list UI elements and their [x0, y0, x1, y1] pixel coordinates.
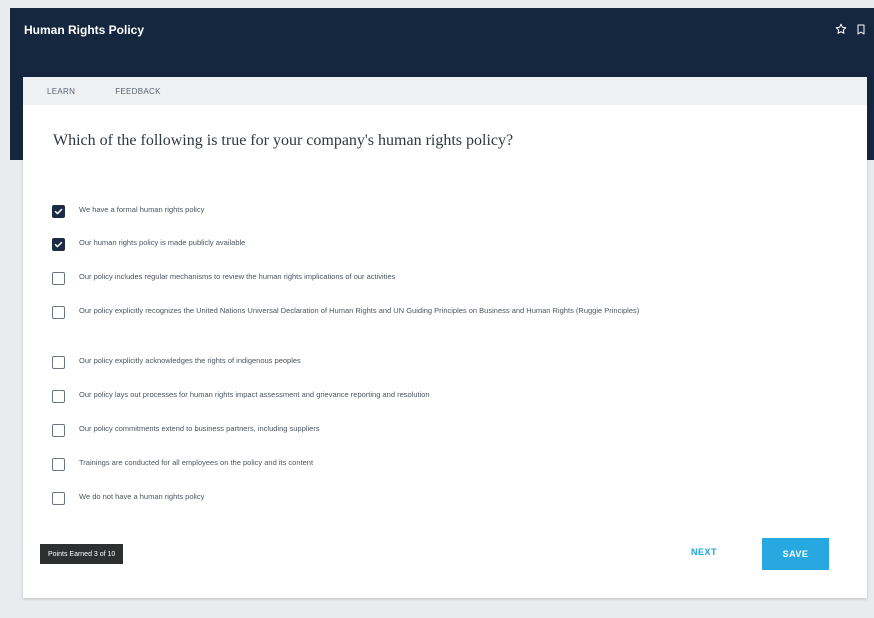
checkbox[interactable] — [52, 356, 65, 369]
page-title: Human Rights Policy — [24, 23, 145, 37]
option-formal-policy[interactable]: We have a formal human rights policy — [52, 205, 812, 218]
tab-learn[interactable]: LEARN — [47, 87, 75, 96]
option-un-principles[interactable]: Our policy explicitly recognizes the Uni… — [52, 306, 812, 319]
option-indigenous-rights[interactable]: Our policy explicitly acknowledges the r… — [52, 356, 812, 369]
option-impact-assessment[interactable]: Our policy lays out processes for human … — [52, 390, 812, 403]
checkbox[interactable] — [52, 238, 65, 251]
option-label: Our policy commitments extend to busines… — [79, 424, 320, 433]
checkbox[interactable] — [52, 390, 65, 403]
option-label: Our policy lays out processes for human … — [79, 390, 430, 399]
star-icon[interactable] — [834, 21, 848, 37]
tab-feedback[interactable]: FEEDBACK — [115, 87, 161, 96]
option-label: We have a formal human rights policy — [79, 205, 205, 214]
option-business-partners[interactable]: Our policy commitments extend to busines… — [52, 424, 812, 437]
question-card: LEARN FEEDBACK Which of the following is… — [23, 77, 867, 598]
option-label: We do not have a human rights policy — [79, 492, 205, 501]
option-label: Trainings are conducted for all employee… — [79, 458, 314, 467]
checkbox[interactable] — [52, 306, 65, 319]
checkbox[interactable] — [52, 458, 65, 471]
header-icons — [834, 21, 868, 37]
bookmark-icon[interactable] — [854, 21, 868, 37]
option-publicly-available[interactable]: Our human rights policy is made publicly… — [52, 238, 812, 251]
tab-bar: LEARN FEEDBACK — [23, 77, 867, 105]
checkbox[interactable] — [52, 272, 65, 285]
option-label: Our human rights policy is made publicly… — [79, 238, 246, 247]
save-button[interactable]: SAVE — [762, 538, 829, 570]
check-icon — [54, 241, 63, 248]
option-label: Our policy includes regular mechanisms t… — [79, 272, 396, 281]
checkbox[interactable] — [52, 492, 65, 505]
next-button[interactable]: NEXT — [691, 547, 717, 557]
check-icon — [54, 208, 63, 215]
option-review-mechanisms[interactable]: Our policy includes regular mechanisms t… — [52, 272, 812, 285]
option-no-policy[interactable]: We do not have a human rights policy — [52, 492, 812, 505]
checkbox[interactable] — [52, 424, 65, 437]
option-label: Our policy explicitly acknowledges the r… — [79, 356, 301, 365]
checkbox[interactable] — [52, 205, 65, 218]
option-trainings[interactable]: Trainings are conducted for all employee… — [52, 458, 812, 471]
question-text: Which of the following is true for your … — [53, 132, 514, 149]
option-label: Our policy explicitly recognizes the Uni… — [79, 306, 640, 315]
points-badge: Points Earned 3 of 10 — [40, 544, 124, 564]
